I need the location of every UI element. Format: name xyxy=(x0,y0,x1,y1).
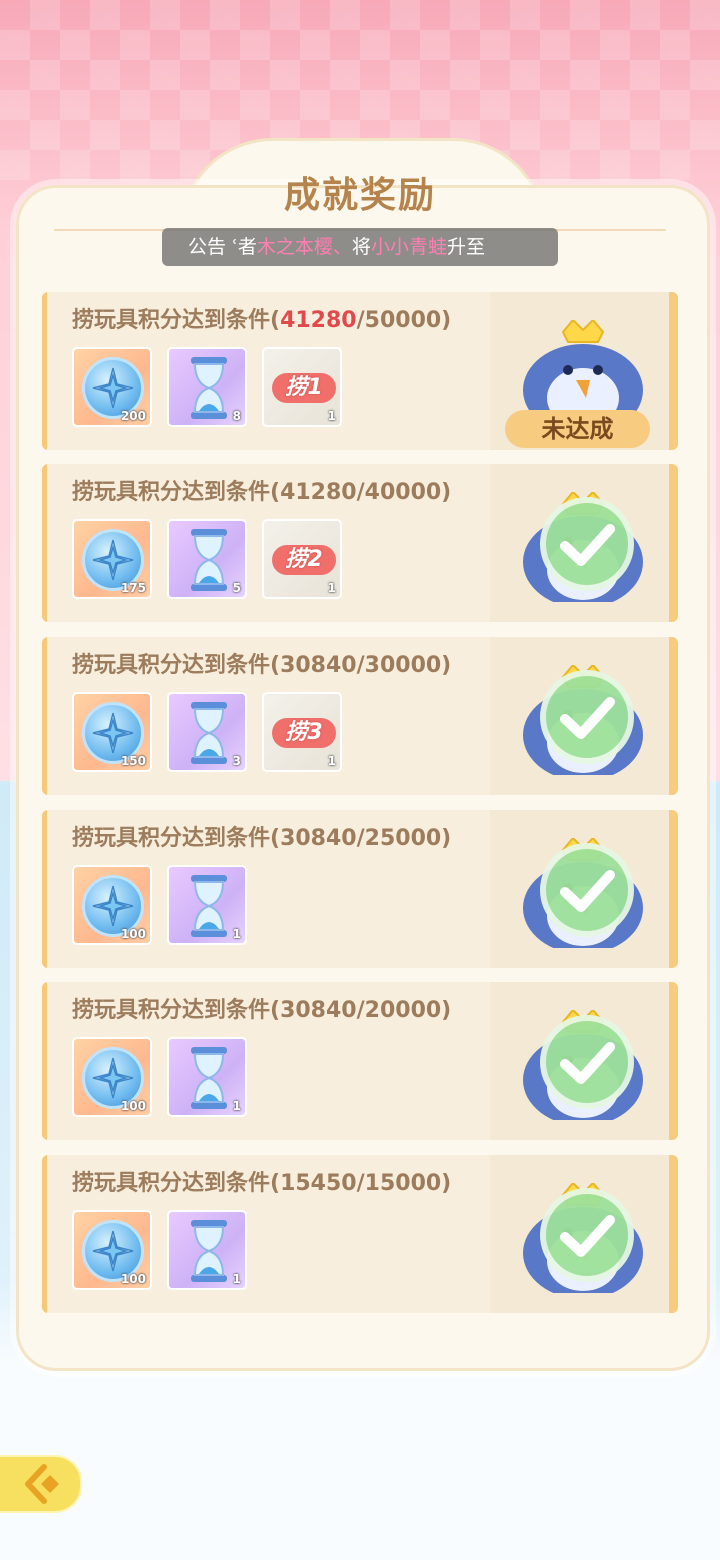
achievement-row: 捞玩具积分达到条件(30840/25000) 100 1 xyxy=(42,810,678,968)
checkmark-icon xyxy=(537,1185,637,1285)
reward-hourglass[interactable]: 3 xyxy=(167,692,247,772)
achievement-row: 捞玩具积分达到条件(41280/40000) 175 5 捞2 1 xyxy=(42,464,678,622)
checkmark-icon xyxy=(537,840,637,940)
hourglass-icon xyxy=(187,527,231,593)
reward-hourglass[interactable]: 1 xyxy=(167,1210,247,1290)
reward-quantity: 1 xyxy=(232,927,241,941)
row-right-bar xyxy=(669,982,678,1140)
notice-text-2: 将 xyxy=(351,236,371,258)
notice-bar: 公告 ʿ者木之本樱、将小小青蛙升至 xyxy=(162,228,558,266)
reward-quantity: 100 xyxy=(120,1272,146,1286)
row-left-bar xyxy=(42,810,47,968)
condition-target: /25000) xyxy=(356,826,452,851)
ticket-label: 捞1 xyxy=(272,373,336,403)
condition-target: /20000) xyxy=(356,998,452,1023)
condition-current: 41280 xyxy=(280,308,357,333)
condition-text: 捞玩具积分达到条件(41280/40000) xyxy=(72,474,451,506)
condition-current: 41280 xyxy=(280,480,357,505)
row-left-bar xyxy=(42,637,47,795)
condition-text: 捞玩具积分达到条件(30840/20000) xyxy=(72,992,451,1024)
hourglass-icon xyxy=(187,1218,231,1284)
reward-quantity: 3 xyxy=(232,754,241,768)
row-right-bar xyxy=(669,1155,678,1313)
reward-quantity: 1 xyxy=(232,1099,241,1113)
row-right-bar xyxy=(669,292,678,450)
reward-hourglass[interactable]: 5 xyxy=(167,519,247,599)
reward-quantity: 100 xyxy=(120,1099,146,1113)
reward-ticket[interactable]: 捞3 1 xyxy=(262,692,342,772)
achievement-row: 捞玩具积分达到条件(30840/30000) 150 3 捞3 1 xyxy=(42,637,678,795)
condition-current: 15450 xyxy=(280,1171,357,1196)
reward-quantity: 150 xyxy=(120,754,146,768)
reward-coin[interactable]: 150 xyxy=(72,692,152,772)
checkmark-icon xyxy=(537,494,637,594)
row-left-bar xyxy=(42,464,47,622)
reward-quantity: 1 xyxy=(232,1272,241,1286)
reward-hourglass[interactable]: 1 xyxy=(167,865,247,945)
hourglass-icon xyxy=(187,355,231,421)
condition-target: /40000) xyxy=(356,480,452,505)
notice-player-name: 木之本樱、 xyxy=(256,236,352,258)
ticket-label: 捞2 xyxy=(272,545,336,575)
row-left-bar xyxy=(42,1155,47,1313)
row-left-bar xyxy=(42,982,47,1140)
reward-ticket[interactable]: 捞2 1 xyxy=(262,519,342,599)
reward-hourglass[interactable]: 1 xyxy=(167,1037,247,1117)
reward-coin[interactable]: 100 xyxy=(72,1210,152,1290)
hourglass-icon xyxy=(187,873,231,939)
reward-quantity: 200 xyxy=(120,409,146,423)
reward-quantity: 1 xyxy=(327,581,336,595)
checkmark-icon xyxy=(537,667,637,767)
row-right-bar xyxy=(669,637,678,795)
condition-text: 捞玩具积分达到条件(15450/15000) xyxy=(72,1165,451,1197)
row-left-bar xyxy=(42,292,47,450)
condition-current: 30840 xyxy=(280,998,357,1023)
condition-label: 捞玩具积分达到条件( xyxy=(72,998,281,1023)
reward-quantity: 1 xyxy=(327,409,336,423)
reward-quantity: 175 xyxy=(120,581,146,595)
reward-coin[interactable]: 175 xyxy=(72,519,152,599)
condition-label: 捞玩具积分达到条件( xyxy=(72,826,281,851)
condition-current: 30840 xyxy=(280,653,357,678)
achievement-row: 捞玩具积分达到条件(15450/15000) 100 1 xyxy=(42,1155,678,1313)
reward-hourglass[interactable]: 8 xyxy=(167,347,247,427)
condition-target: /50000) xyxy=(356,308,452,333)
condition-text: 捞玩具积分达到条件(41280/50000) xyxy=(72,302,451,334)
condition-target: /30000) xyxy=(356,653,452,678)
row-right-bar xyxy=(669,810,678,968)
condition-label: 捞玩具积分达到条件( xyxy=(72,653,281,678)
reward-quantity: 1 xyxy=(327,754,336,768)
condition-text: 捞玩具积分达到条件(30840/30000) xyxy=(72,647,451,679)
notice-item-name: 小小青蛙 xyxy=(370,236,447,258)
notice-text-0: ʿ者 xyxy=(232,236,257,258)
reward-quantity: 8 xyxy=(232,409,241,423)
row-right-bar xyxy=(669,464,678,622)
reward-quantity: 100 xyxy=(120,927,146,941)
hourglass-icon xyxy=(187,700,231,766)
hourglass-icon xyxy=(187,1045,231,1111)
condition-target: /15000) xyxy=(356,1171,452,1196)
back-button[interactable] xyxy=(0,1455,82,1513)
achievement-row: 捞玩具积分达到条件(30840/20000) 100 1 xyxy=(42,982,678,1140)
condition-text: 捞玩具积分达到条件(30840/25000) xyxy=(72,820,451,852)
reward-coin[interactable]: 100 xyxy=(72,1037,152,1117)
condition-label: 捞玩具积分达到条件( xyxy=(72,308,281,333)
condition-label: 捞玩具积分达到条件( xyxy=(72,1171,281,1196)
condition-label: 捞玩具积分达到条件( xyxy=(72,480,281,505)
reward-coin[interactable]: 100 xyxy=(72,865,152,945)
back-arrow-icon xyxy=(25,1464,59,1504)
page-title: 成就奖励 xyxy=(283,175,436,216)
notice-label: 公告 xyxy=(188,236,227,258)
status-badge: 未达成 xyxy=(505,410,650,448)
reward-ticket[interactable]: 捞1 1 xyxy=(262,347,342,427)
ticket-label: 捞3 xyxy=(272,718,336,748)
condition-current: 30840 xyxy=(280,826,357,851)
reward-quantity: 5 xyxy=(232,581,241,595)
checkmark-icon xyxy=(537,1012,637,1112)
achievement-row: 捞玩具积分达到条件(41280/50000) 200 8 捞1 1 未达成 xyxy=(42,292,678,450)
reward-coin[interactable]: 200 xyxy=(72,347,152,427)
notice-text-4: 升至 xyxy=(446,236,485,258)
